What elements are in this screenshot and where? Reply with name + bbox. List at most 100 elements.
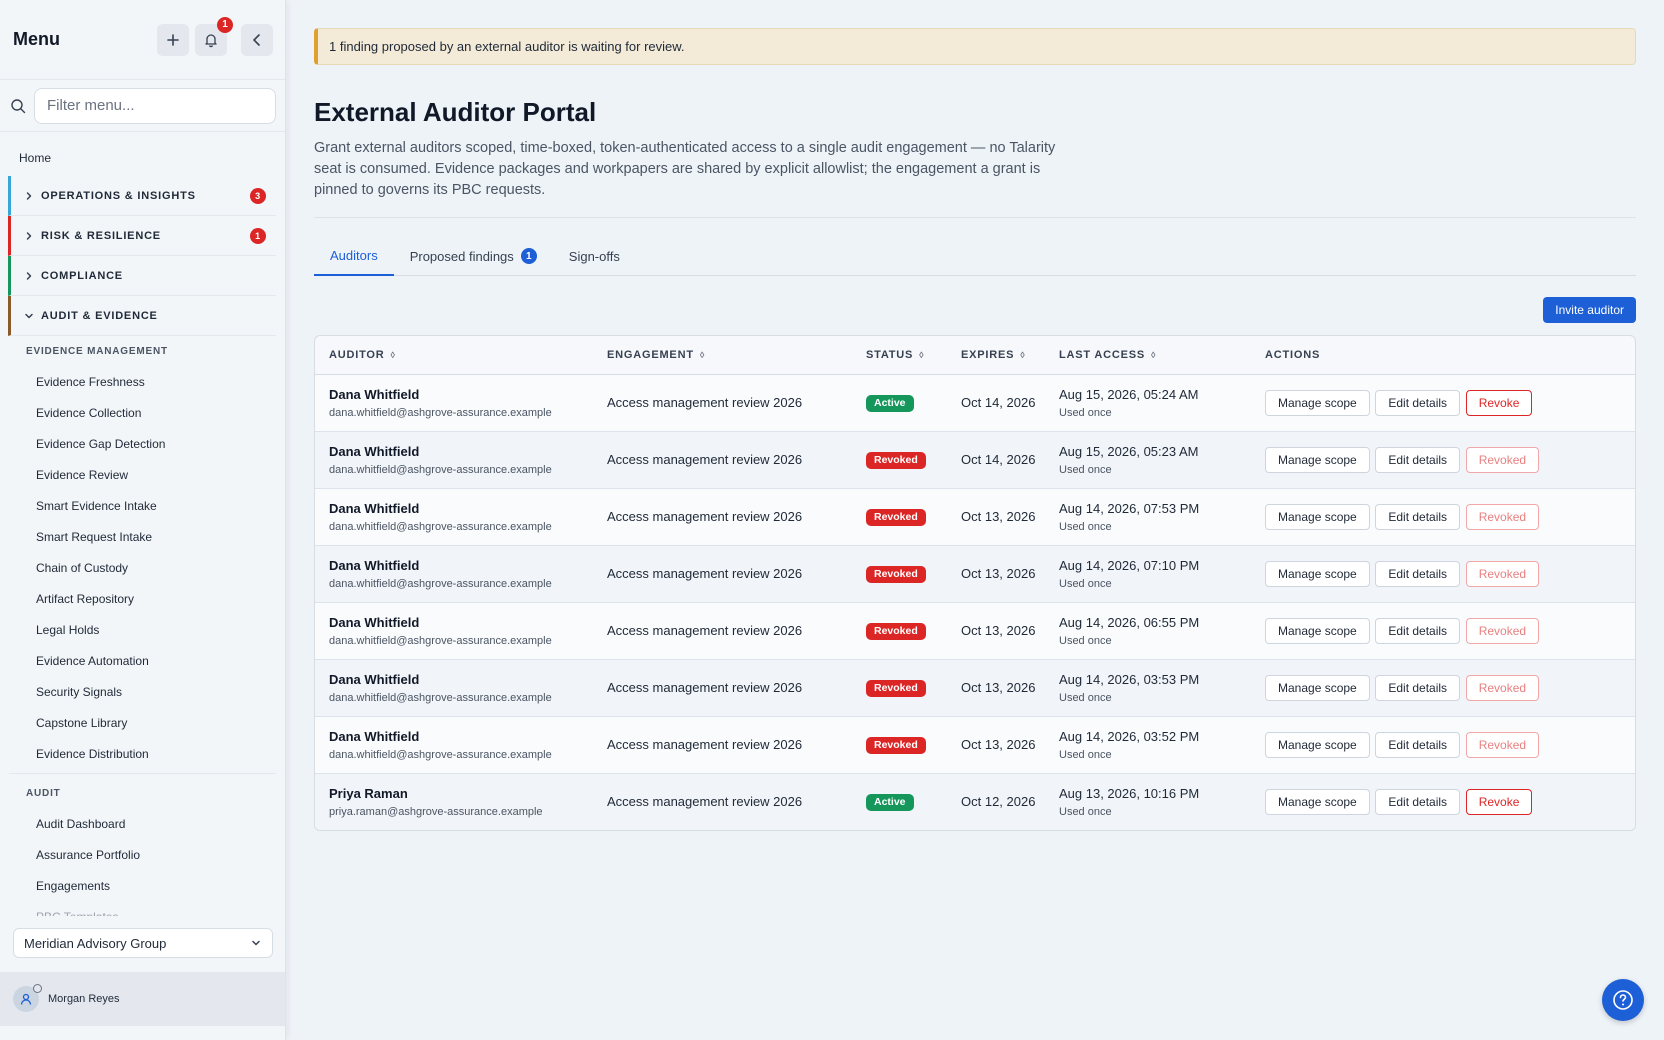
sidebar-item-artifact-repository[interactable]: Artifact Repository bbox=[0, 583, 285, 614]
cell-expires: Oct 13, 2026 bbox=[947, 545, 1045, 603]
column-header-status[interactable]: STATUS ◊ bbox=[852, 336, 947, 375]
page-title: External Auditor Portal bbox=[314, 97, 597, 127]
cell-auditor: Dana Whitfield dana.whitfield@ashgrove-as… bbox=[315, 716, 593, 774]
status-badge: Active bbox=[866, 394, 914, 412]
manage-scope-button[interactable]: Manage scope bbox=[1265, 560, 1370, 587]
last-access-time: Aug 15, 2026, 05:23 AM bbox=[1059, 443, 1199, 459]
edit-details-button[interactable]: Edit details bbox=[1375, 560, 1461, 587]
sidebar-item-legal-holds[interactable]: Legal Holds bbox=[0, 614, 285, 645]
auditor-name: Dana Whitfield bbox=[329, 557, 420, 573]
sidebar-item-pbc-templates[interactable]: PBC Templates bbox=[0, 901, 285, 917]
sort-icon: ◊ bbox=[699, 349, 706, 360]
chevron-left-icon bbox=[253, 33, 260, 46]
sidebar-item-evidence-gap-detection[interactable]: Evidence Gap Detection bbox=[0, 428, 285, 459]
sort-icon: ◊ bbox=[919, 349, 925, 360]
sort-icon: ◊ bbox=[1151, 349, 1157, 360]
manage-scope-button[interactable]: Manage scope bbox=[1265, 389, 1370, 416]
last-access-note: Used once bbox=[1059, 520, 1112, 533]
auditors-table: AUDITOR ◊ ENGAGEMENT ◊ STATUS ◊ EXPIRES ◊ LA… bbox=[314, 335, 1636, 831]
auditor-name: Dana Whitfield bbox=[329, 386, 420, 402]
status-dot bbox=[33, 984, 42, 993]
cell-last-access: Aug 14, 2026, 07:53 PM Used once bbox=[1045, 488, 1251, 546]
sidebar-item-evidence-review[interactable]: Evidence Review bbox=[0, 459, 285, 490]
table-row: Dana Whitfield dana.whitfield@ashgrove-as… bbox=[315, 431, 1635, 489]
notifications-button[interactable]: 1 bbox=[195, 16, 233, 56]
sidebar-item-chain-of-custody[interactable]: Chain of Custody bbox=[0, 552, 285, 583]
collapse-sidebar-button[interactable] bbox=[241, 23, 273, 56]
column-header-expires[interactable]: EXPIRES ◊ bbox=[947, 336, 1045, 375]
sidebar-section-operations-insights[interactable]: OPERATIONS & INSIGHTS 3 bbox=[8, 176, 276, 216]
bell-icon bbox=[205, 33, 217, 47]
manage-scope-button[interactable]: Manage scope bbox=[1265, 674, 1370, 701]
sidebar-item-security-signals[interactable]: Security Signals bbox=[0, 676, 285, 707]
revoke-button[interactable]: Revoke bbox=[1465, 389, 1533, 416]
cell-engagement: Access management review 2026 bbox=[593, 545, 852, 603]
column-header-actions: ACTIONS bbox=[1251, 336, 1635, 375]
revoked-button: Revoked bbox=[1465, 503, 1540, 530]
chevron-right-icon bbox=[26, 191, 32, 200]
manage-scope-button[interactable]: Manage scope bbox=[1265, 617, 1370, 644]
section-badge: 3 bbox=[250, 187, 266, 204]
table-row: Dana Whitfield dana.whitfield@ashgrove-as… bbox=[315, 545, 1635, 603]
table-row: Dana Whitfield dana.whitfield@ashgrove-as… bbox=[315, 716, 1635, 774]
sidebar-section-compliance[interactable]: COMPLIANCE bbox=[8, 256, 276, 296]
chevron-down-icon bbox=[25, 313, 33, 318]
user-profile[interactable]: Morgan Reyes bbox=[0, 972, 285, 1026]
status-badge: Revoked bbox=[866, 565, 926, 583]
edit-details-button[interactable]: Edit details bbox=[1375, 503, 1461, 530]
sidebar-section-audit-evidence[interactable]: AUDIT & EVIDENCE bbox=[8, 296, 276, 336]
sidebar-item-home[interactable]: Home bbox=[0, 140, 285, 176]
column-header-auditor[interactable]: AUDITOR ◊ bbox=[315, 336, 593, 375]
auditor-email: priya.raman@ashgrove-assurance.example bbox=[329, 805, 543, 818]
section-label: AUDIT & EVIDENCE bbox=[41, 309, 158, 322]
sidebar-item-assurance-portfolio[interactable]: Assurance Portfolio bbox=[0, 839, 285, 870]
section-badge: 1 bbox=[250, 227, 266, 244]
sidebar-section-risk-resilience[interactable]: RISK & RESILIENCE 1 bbox=[8, 216, 276, 256]
edit-details-button[interactable]: Edit details bbox=[1375, 731, 1461, 758]
edit-details-button[interactable]: Edit details bbox=[1375, 788, 1461, 815]
sidebar-item-engagements[interactable]: Engagements bbox=[0, 870, 285, 901]
column-header-engagement[interactable]: ENGAGEMENT ◊ bbox=[593, 336, 852, 375]
edit-details-button[interactable]: Edit details bbox=[1375, 674, 1461, 701]
sidebar-item-evidence-automation[interactable]: Evidence Automation bbox=[0, 645, 285, 676]
org-selector[interactable]: Meridian Advisory Group bbox=[13, 928, 273, 958]
status-badge: Revoked bbox=[866, 622, 926, 640]
cell-last-access: Aug 14, 2026, 03:52 PM Used once bbox=[1045, 716, 1251, 774]
sidebar-item-evidence-distribution[interactable]: Evidence Distribution bbox=[0, 738, 285, 769]
cell-actions: Manage scope Edit details Revoked bbox=[1251, 488, 1635, 546]
cell-auditor: Priya Raman priya.raman@ashgrove-assuranc… bbox=[315, 773, 593, 830]
filter-menu-input[interactable] bbox=[34, 87, 276, 124]
table-row: Dana Whitfield dana.whitfield@ashgrove-as… bbox=[315, 659, 1635, 717]
column-header-last-access[interactable]: LAST ACCESS ◊ bbox=[1045, 336, 1251, 375]
sidebar-item-smart-evidence-intake[interactable]: Smart Evidence Intake bbox=[0, 490, 285, 521]
edit-details-button[interactable]: Edit details bbox=[1375, 446, 1461, 473]
manage-scope-button[interactable]: Manage scope bbox=[1265, 503, 1370, 530]
last-access-time: Aug 14, 2026, 07:10 PM bbox=[1059, 557, 1200, 573]
manage-scope-button[interactable]: Manage scope bbox=[1265, 446, 1370, 473]
user-name: Morgan Reyes bbox=[48, 993, 120, 1005]
add-button[interactable] bbox=[157, 23, 189, 56]
tab-auditors[interactable]: Auditors bbox=[314, 236, 394, 276]
cell-status: Revoked bbox=[852, 545, 947, 603]
invite-auditor-button[interactable]: Invite auditor bbox=[1543, 297, 1636, 323]
cell-status: Active bbox=[852, 374, 947, 432]
sidebar-item-audit-dashboard[interactable]: Audit Dashboard bbox=[0, 808, 285, 839]
column-label: AUDITOR bbox=[329, 348, 385, 361]
sidebar-item-evidence-freshness[interactable]: Evidence Freshness bbox=[0, 366, 285, 397]
edit-details-button[interactable]: Edit details bbox=[1375, 617, 1461, 644]
table-row: Dana Whitfield dana.whitfield@ashgrove-as… bbox=[315, 488, 1635, 546]
section-label: RISK & RESILIENCE bbox=[41, 229, 161, 242]
revoke-button[interactable]: Revoke bbox=[1465, 788, 1533, 815]
sidebar-item-smart-request-intake[interactable]: Smart Request Intake bbox=[0, 521, 285, 552]
sidebar-item-evidence-collection[interactable]: Evidence Collection bbox=[0, 397, 285, 428]
tab-proposed-findings[interactable]: Proposed findings 1 bbox=[394, 236, 553, 276]
manage-scope-button[interactable]: Manage scope bbox=[1265, 731, 1370, 758]
tab-sign-offs[interactable]: Sign-offs bbox=[553, 236, 636, 276]
edit-details-button[interactable]: Edit details bbox=[1375, 389, 1461, 416]
help-button[interactable] bbox=[1602, 979, 1644, 1021]
section-label: OPERATIONS & INSIGHTS bbox=[41, 189, 196, 202]
manage-scope-button[interactable]: Manage scope bbox=[1265, 788, 1370, 815]
revoked-button: Revoked bbox=[1465, 446, 1540, 473]
sidebar-item-capstone-library[interactable]: Capstone Library bbox=[0, 707, 285, 738]
cell-engagement: Access management review 2026 bbox=[593, 659, 852, 717]
